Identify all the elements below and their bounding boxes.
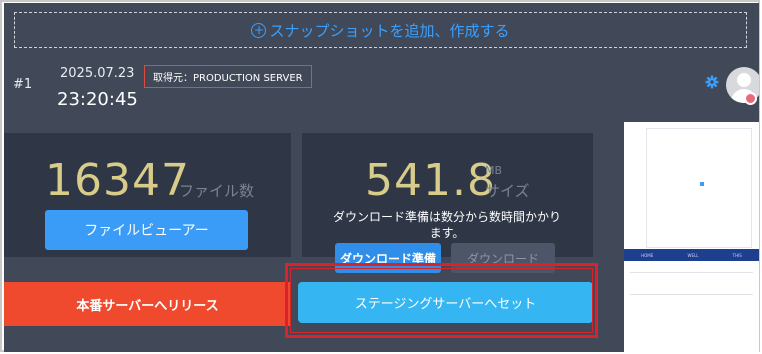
size-panel: 541.8 MB サイズ ダウンロード準備は数分から数時間かかり ます。 ダウン… [302, 133, 593, 273]
release-to-production-button[interactable]: 本番サーバーへリリース [4, 282, 291, 326]
gear-icon[interactable] [705, 75, 719, 89]
plus-circle-icon: + [251, 22, 267, 38]
snapshot-index: #1 [13, 77, 33, 92]
set-to-staging-button[interactable]: ステージングサーバーへセット [298, 282, 593, 323]
snapshot-date: 2025.07.23 [60, 66, 135, 81]
add-snapshot-button[interactable]: + スナップショットを追加、作成する [14, 12, 747, 48]
size-value: 541.8 [365, 155, 496, 206]
snapshot-thumbnail[interactable]: HOME WELL THIS [624, 122, 759, 352]
size-unit: MB [485, 164, 503, 177]
snapshot-card: + スナップショットを追加、作成する #1 2025.07.23 23:20:4… [4, 3, 759, 352]
thumbnail-nav-item: THIS [732, 252, 742, 258]
file-count: 16347 [45, 155, 190, 206]
source-badge: 取得元：PRODUCTION SERVER [144, 65, 312, 88]
file-viewer-button[interactable]: ファイルビューアー [45, 210, 248, 250]
file-count-unit: ファイル数 [179, 182, 255, 200]
thumbnail-content [646, 128, 752, 248]
thumbnail-divider [630, 294, 753, 295]
thumbnail-nav-item: HOME [641, 252, 654, 258]
download-note-line2: ます。 [429, 226, 465, 240]
download-note: ダウンロード準備は数分から数時間かかり ます。 [312, 209, 582, 241]
thumbnail-marker [700, 182, 704, 186]
download-button[interactable]: ダウンロード [451, 243, 555, 273]
thumbnail-divider [630, 272, 753, 273]
snapshot-time: 23:20:45 [57, 89, 138, 110]
add-snapshot-label: スナップショットを追加、作成する [269, 21, 510, 40]
thumbnail-nav-item: WELL [687, 252, 699, 258]
prepare-download-button[interactable]: ダウンロード準備 [335, 243, 441, 273]
avatar-head [737, 73, 751, 87]
download-note-line1: ダウンロード準備は数分から数時間かかり [332, 210, 561, 224]
thumbnail-nav: HOME WELL THIS [624, 249, 759, 261]
file-count-panel: 16347 ファイル数 ファイルビューアー [4, 133, 291, 257]
size-label: サイズ [485, 182, 530, 200]
notification-dot [744, 92, 757, 105]
